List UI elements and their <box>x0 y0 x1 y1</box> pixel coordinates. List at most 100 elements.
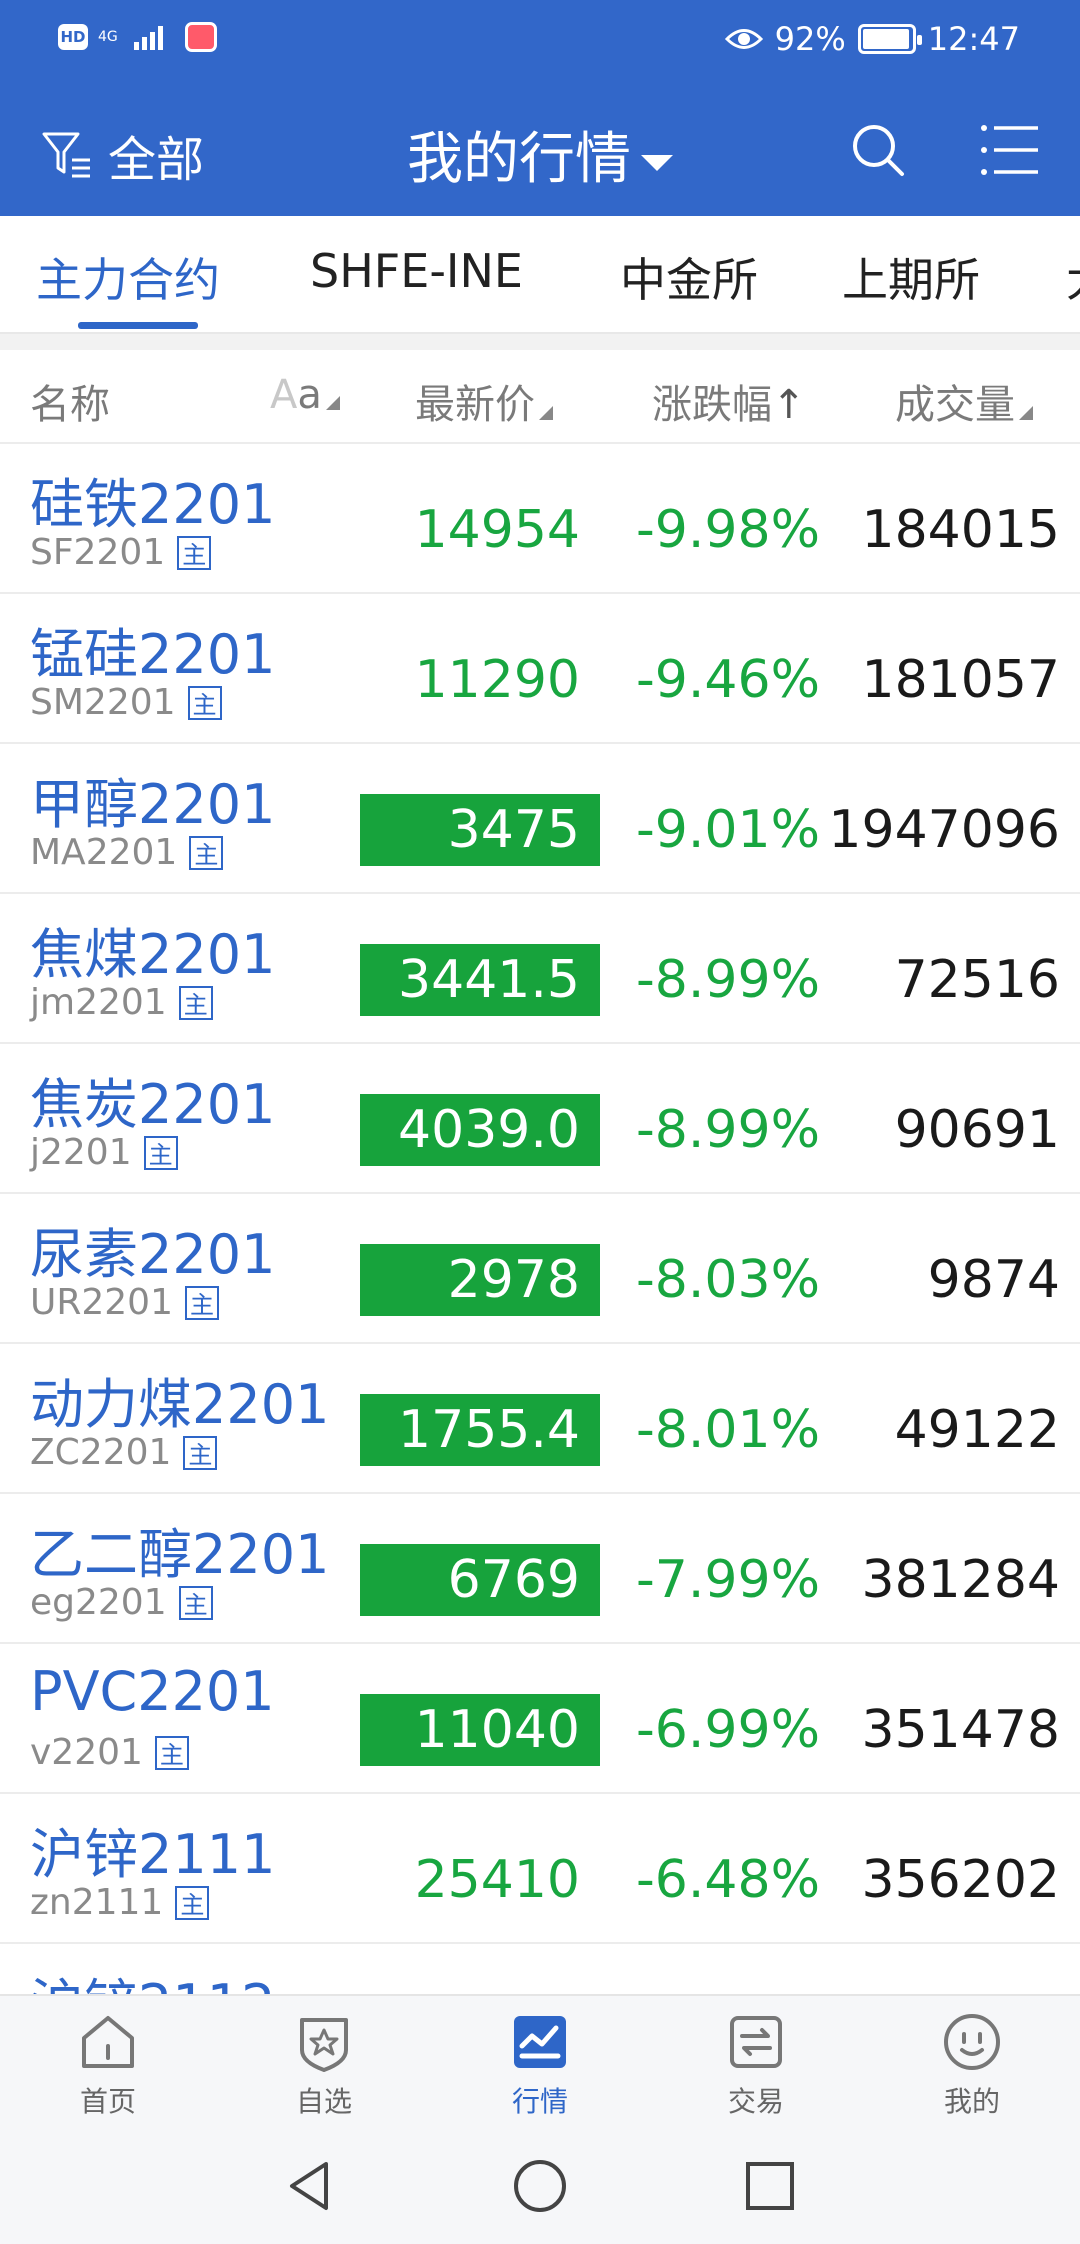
table-row[interactable]: 动力煤2201 ZC2201 主 1755.4 -8.01% 49122 <box>0 1344 1080 1494</box>
tab-shfe-ine[interactable]: SHFE-INE <box>310 244 523 298</box>
contract-code: jm2201 主 <box>30 982 213 1023</box>
last-price: 25410 <box>414 1850 580 1910</box>
main-contract-badge: 主 <box>187 685 222 720</box>
trade-volume: 356202 <box>861 1850 1060 1910</box>
page-title-text: 我的行情 <box>407 127 631 192</box>
contract-name: 沪锌2111 <box>30 1823 276 1886</box>
col-price: 最新价 <box>415 382 535 428</box>
exchange-icon <box>730 2016 782 2068</box>
active-tab-indicator <box>78 322 198 329</box>
tab-cffex[interactable]: 中金所 <box>620 244 758 310</box>
col-volume-sort[interactable]: 成交量 <box>895 372 1033 430</box>
contract-code-text: UR2201 <box>30 1282 173 1323</box>
star-shield-icon <box>300 2018 348 2072</box>
menu-icon[interactable] <box>980 122 1040 178</box>
contract-code-text: MA2201 <box>30 832 178 873</box>
contract-code: eg2201 主 <box>30 1582 213 1623</box>
main-contract-badge: 主 <box>178 985 213 1020</box>
column-header: 名称 Aa 最新价 涨跌幅↑ 成交量 <box>0 350 1080 444</box>
battery-percent: 92% <box>774 20 846 58</box>
clock: 12:47 <box>927 20 1020 58</box>
font-size-toggle[interactable]: Aa <box>270 372 340 418</box>
col-change: 涨跌幅 <box>652 382 772 428</box>
last-price: 11040 <box>360 1694 600 1766</box>
last-price: 1755.4 <box>360 1394 600 1466</box>
exchange-tabs: 主力合约 SHFE-INE 中金所 上期所 大 <box>0 216 1080 334</box>
main-contract-badge: 主 <box>177 535 212 570</box>
col-price-sort[interactable]: 最新价 <box>415 372 553 430</box>
table-row[interactable]: 焦炭2201 j2201 主 4039.0 -8.99% 90691 <box>0 1044 1080 1194</box>
nav-trade[interactable]: 交易 <box>648 2010 864 2120</box>
nav-watchlist-label: 自选 <box>295 2085 352 2118</box>
price-change-percent: -9.01% <box>636 800 820 860</box>
contract-code-text: eg2201 <box>30 1582 167 1623</box>
chart-icon <box>514 2016 566 2068</box>
contract-code-text: j2201 <box>30 1132 132 1173</box>
table-row[interactable]: 沪锌2111 zn2111 主 25410 -6.48% 356202 <box>0 1794 1080 1944</box>
trade-volume: 90691 <box>894 1100 1060 1160</box>
contract-code-text: ZC2201 <box>30 1432 172 1473</box>
search-icon[interactable] <box>850 122 906 178</box>
nav-watchlist[interactable]: 自选 <box>216 2010 432 2120</box>
tab-dce[interactable]: 大 <box>1066 244 1080 310</box>
signal-icon <box>134 24 163 50</box>
nav-profile-label: 我的 <box>943 2085 1000 2118</box>
main-contract-badge: 主 <box>189 835 224 870</box>
table-row[interactable]: 锰硅2201 SM2201 主 11290 -9.46% 181057 <box>0 594 1080 744</box>
quote-list: 硅铁2201 SF2201 主 14954 -9.98% 184015 锰硅2201 SM22… <box>0 444 1080 1994</box>
contract-name: 焦炭2201 <box>30 1073 276 1136</box>
recents-icon[interactable] <box>740 2156 800 2216</box>
back-icon[interactable] <box>280 2156 340 2216</box>
table-row[interactable]: PVC2201 v2201 主 11040 -6.99% 351478 <box>0 1644 1080 1794</box>
contract-code: SM2201 主 <box>30 682 222 723</box>
contract-code-text: jm2201 <box>30 982 167 1023</box>
tab-shfe[interactable]: 上期所 <box>842 244 980 310</box>
trade-volume: 184015 <box>861 500 1060 560</box>
font-toggle-b: a <box>297 372 322 418</box>
hd-badge: HD <box>58 24 88 50</box>
price-change-percent: -8.01% <box>636 1400 820 1460</box>
table-row[interactable]: 焦煤2201 jm2201 主 3441.5 -8.99% 72516 <box>0 894 1080 1044</box>
contract-name: 乙二醇2201 <box>30 1523 330 1586</box>
contract-name: PVC2201 <box>30 1660 275 1723</box>
nav-profile[interactable]: 我的 <box>864 2010 1080 2120</box>
contract-name: 动力煤2201 <box>30 1373 330 1436</box>
nav-quotes-label: 行情 <box>511 2085 568 2118</box>
last-price: 6769 <box>360 1544 600 1616</box>
home-icon <box>82 2016 134 2068</box>
home-circle-icon[interactable] <box>510 2156 570 2216</box>
contract-code: SF2201 主 <box>30 532 212 573</box>
table-row[interactable]: 甲醇2201 MA2201 主 3475 -9.01% 1947096 <box>0 744 1080 894</box>
contract-name: 尿素2201 <box>30 1223 276 1286</box>
sort-caret-icon <box>325 396 340 410</box>
last-price: 14954 <box>414 500 580 560</box>
contract-code: UR2201 主 <box>30 1282 219 1323</box>
trade-volume: 181057 <box>861 650 1060 710</box>
top-bar: HD 4G 92% 12:47 全部 我的行情 <box>0 0 1080 216</box>
nav-quotes[interactable]: 行情 <box>432 2010 648 2120</box>
nav-trade-label: 交易 <box>727 2085 784 2118</box>
contract-code: ZC2201 主 <box>30 1432 218 1473</box>
smiley-icon <box>944 2014 1000 2070</box>
page-title[interactable]: 我的行情 <box>0 114 1080 195</box>
nav-home[interactable]: 首页 <box>0 2010 216 2120</box>
price-change-percent: -8.03% <box>636 1250 820 1310</box>
system-nav-bar <box>0 2126 1080 2244</box>
col-change-sort[interactable]: 涨跌幅↑ <box>652 372 806 430</box>
tab-main-contracts[interactable]: 主力合约 <box>36 244 220 310</box>
contract-code: zn2111 主 <box>30 1882 210 1923</box>
trade-volume: 351478 <box>861 1700 1060 1760</box>
table-row[interactable]: 硅铁2201 SF2201 主 14954 -9.98% 184015 <box>0 444 1080 594</box>
eye-comfort-icon <box>724 29 763 49</box>
contract-name: 焦煤2201 <box>30 923 276 986</box>
main-contract-badge: 主 <box>184 1285 219 1320</box>
last-price: 4039.0 <box>360 1094 600 1166</box>
contract-code: v2201 主 <box>30 1732 189 1773</box>
last-price: 3441.5 <box>360 944 600 1016</box>
main-contract-badge: 主 <box>178 1585 213 1620</box>
contract-name: 锰硅2201 <box>30 623 276 686</box>
last-price: 3475 <box>360 794 600 866</box>
table-row[interactable]: 尿素2201 UR2201 主 2978 -8.03% 9874 <box>0 1194 1080 1344</box>
table-row[interactable]: 沪锌2112 <box>0 1944 1080 1994</box>
table-row[interactable]: 乙二醇2201 eg2201 主 6769 -7.99% 381284 <box>0 1494 1080 1644</box>
